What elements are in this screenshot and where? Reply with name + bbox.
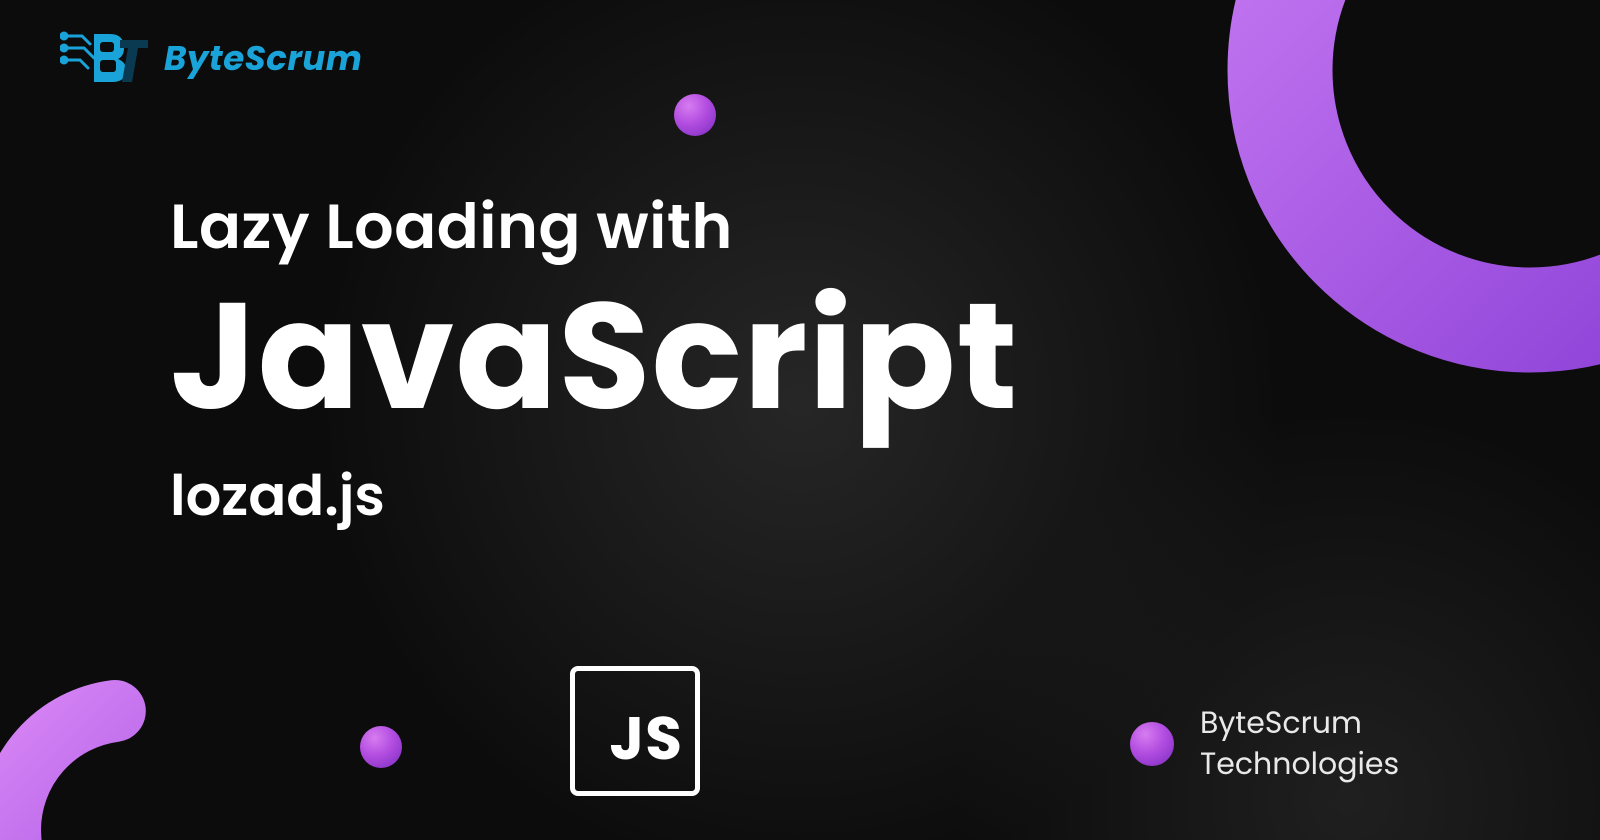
accent-dot-icon xyxy=(360,726,402,768)
attribution-line-1: ByteScrum xyxy=(1200,703,1399,744)
attribution-line-2: Technologies xyxy=(1200,744,1399,785)
attribution-text: ByteScrum Technologies xyxy=(1200,703,1399,784)
headline-line-2: JavaScript xyxy=(170,277,1019,435)
accent-ring-icon xyxy=(0,660,300,840)
attribution-block: ByteScrum Technologies xyxy=(1130,703,1399,784)
js-logo-label: JS xyxy=(609,693,683,783)
headline-line-3: lozad.js xyxy=(170,453,1019,538)
accent-dot-icon xyxy=(674,94,716,136)
brand-name: ByteScrum xyxy=(164,33,362,84)
headline-block: Lazy Loading with JavaScript lozad.js xyxy=(170,180,1019,538)
bytescrum-mark-icon xyxy=(60,26,150,90)
accent-dot-icon xyxy=(1130,722,1174,766)
accent-ring-icon xyxy=(1310,550,1600,840)
brand-logo: ByteScrum xyxy=(60,26,362,90)
javascript-logo-icon: JS xyxy=(570,666,700,796)
accent-ring-icon xyxy=(1210,0,1600,390)
